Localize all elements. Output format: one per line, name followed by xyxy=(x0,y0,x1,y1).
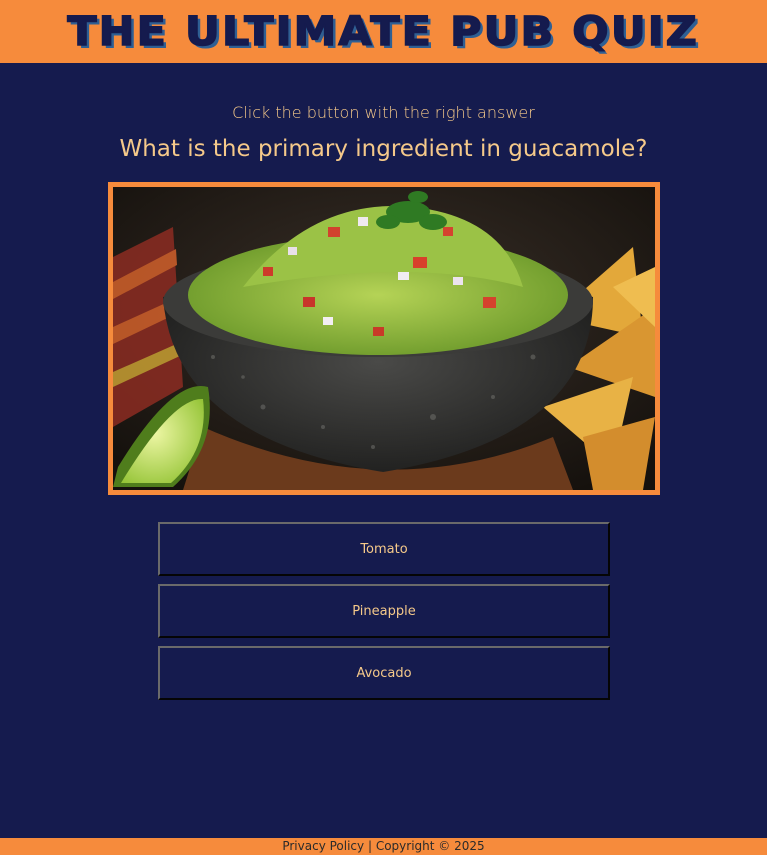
footer-separator: | xyxy=(367,839,372,853)
copyright-text: Copyright © 2025 xyxy=(375,839,485,853)
quiz-page: THE ULTIMATE PUB QUIZ Click the button w… xyxy=(0,0,767,855)
site-footer: Privacy Policy | Copyright © 2025 xyxy=(0,838,767,855)
answer-button-tomato[interactable]: Tomato xyxy=(158,522,610,576)
answer-button-pineapple[interactable]: Pineapple xyxy=(158,584,610,638)
privacy-policy-link[interactable]: Privacy Policy xyxy=(282,839,364,853)
answer-button-avocado[interactable]: Avocado xyxy=(158,646,610,700)
question-image xyxy=(108,182,660,495)
site-title: THE ULTIMATE PUB QUIZ xyxy=(67,8,700,55)
question-text: What is the primary ingredient in guacam… xyxy=(119,136,648,162)
guacamole-photo xyxy=(113,187,655,490)
instruction-text: Click the button with the right answer xyxy=(232,103,535,122)
site-header: THE ULTIMATE PUB QUIZ xyxy=(0,0,767,63)
answer-list: Tomato Pineapple Avocado xyxy=(158,522,610,708)
